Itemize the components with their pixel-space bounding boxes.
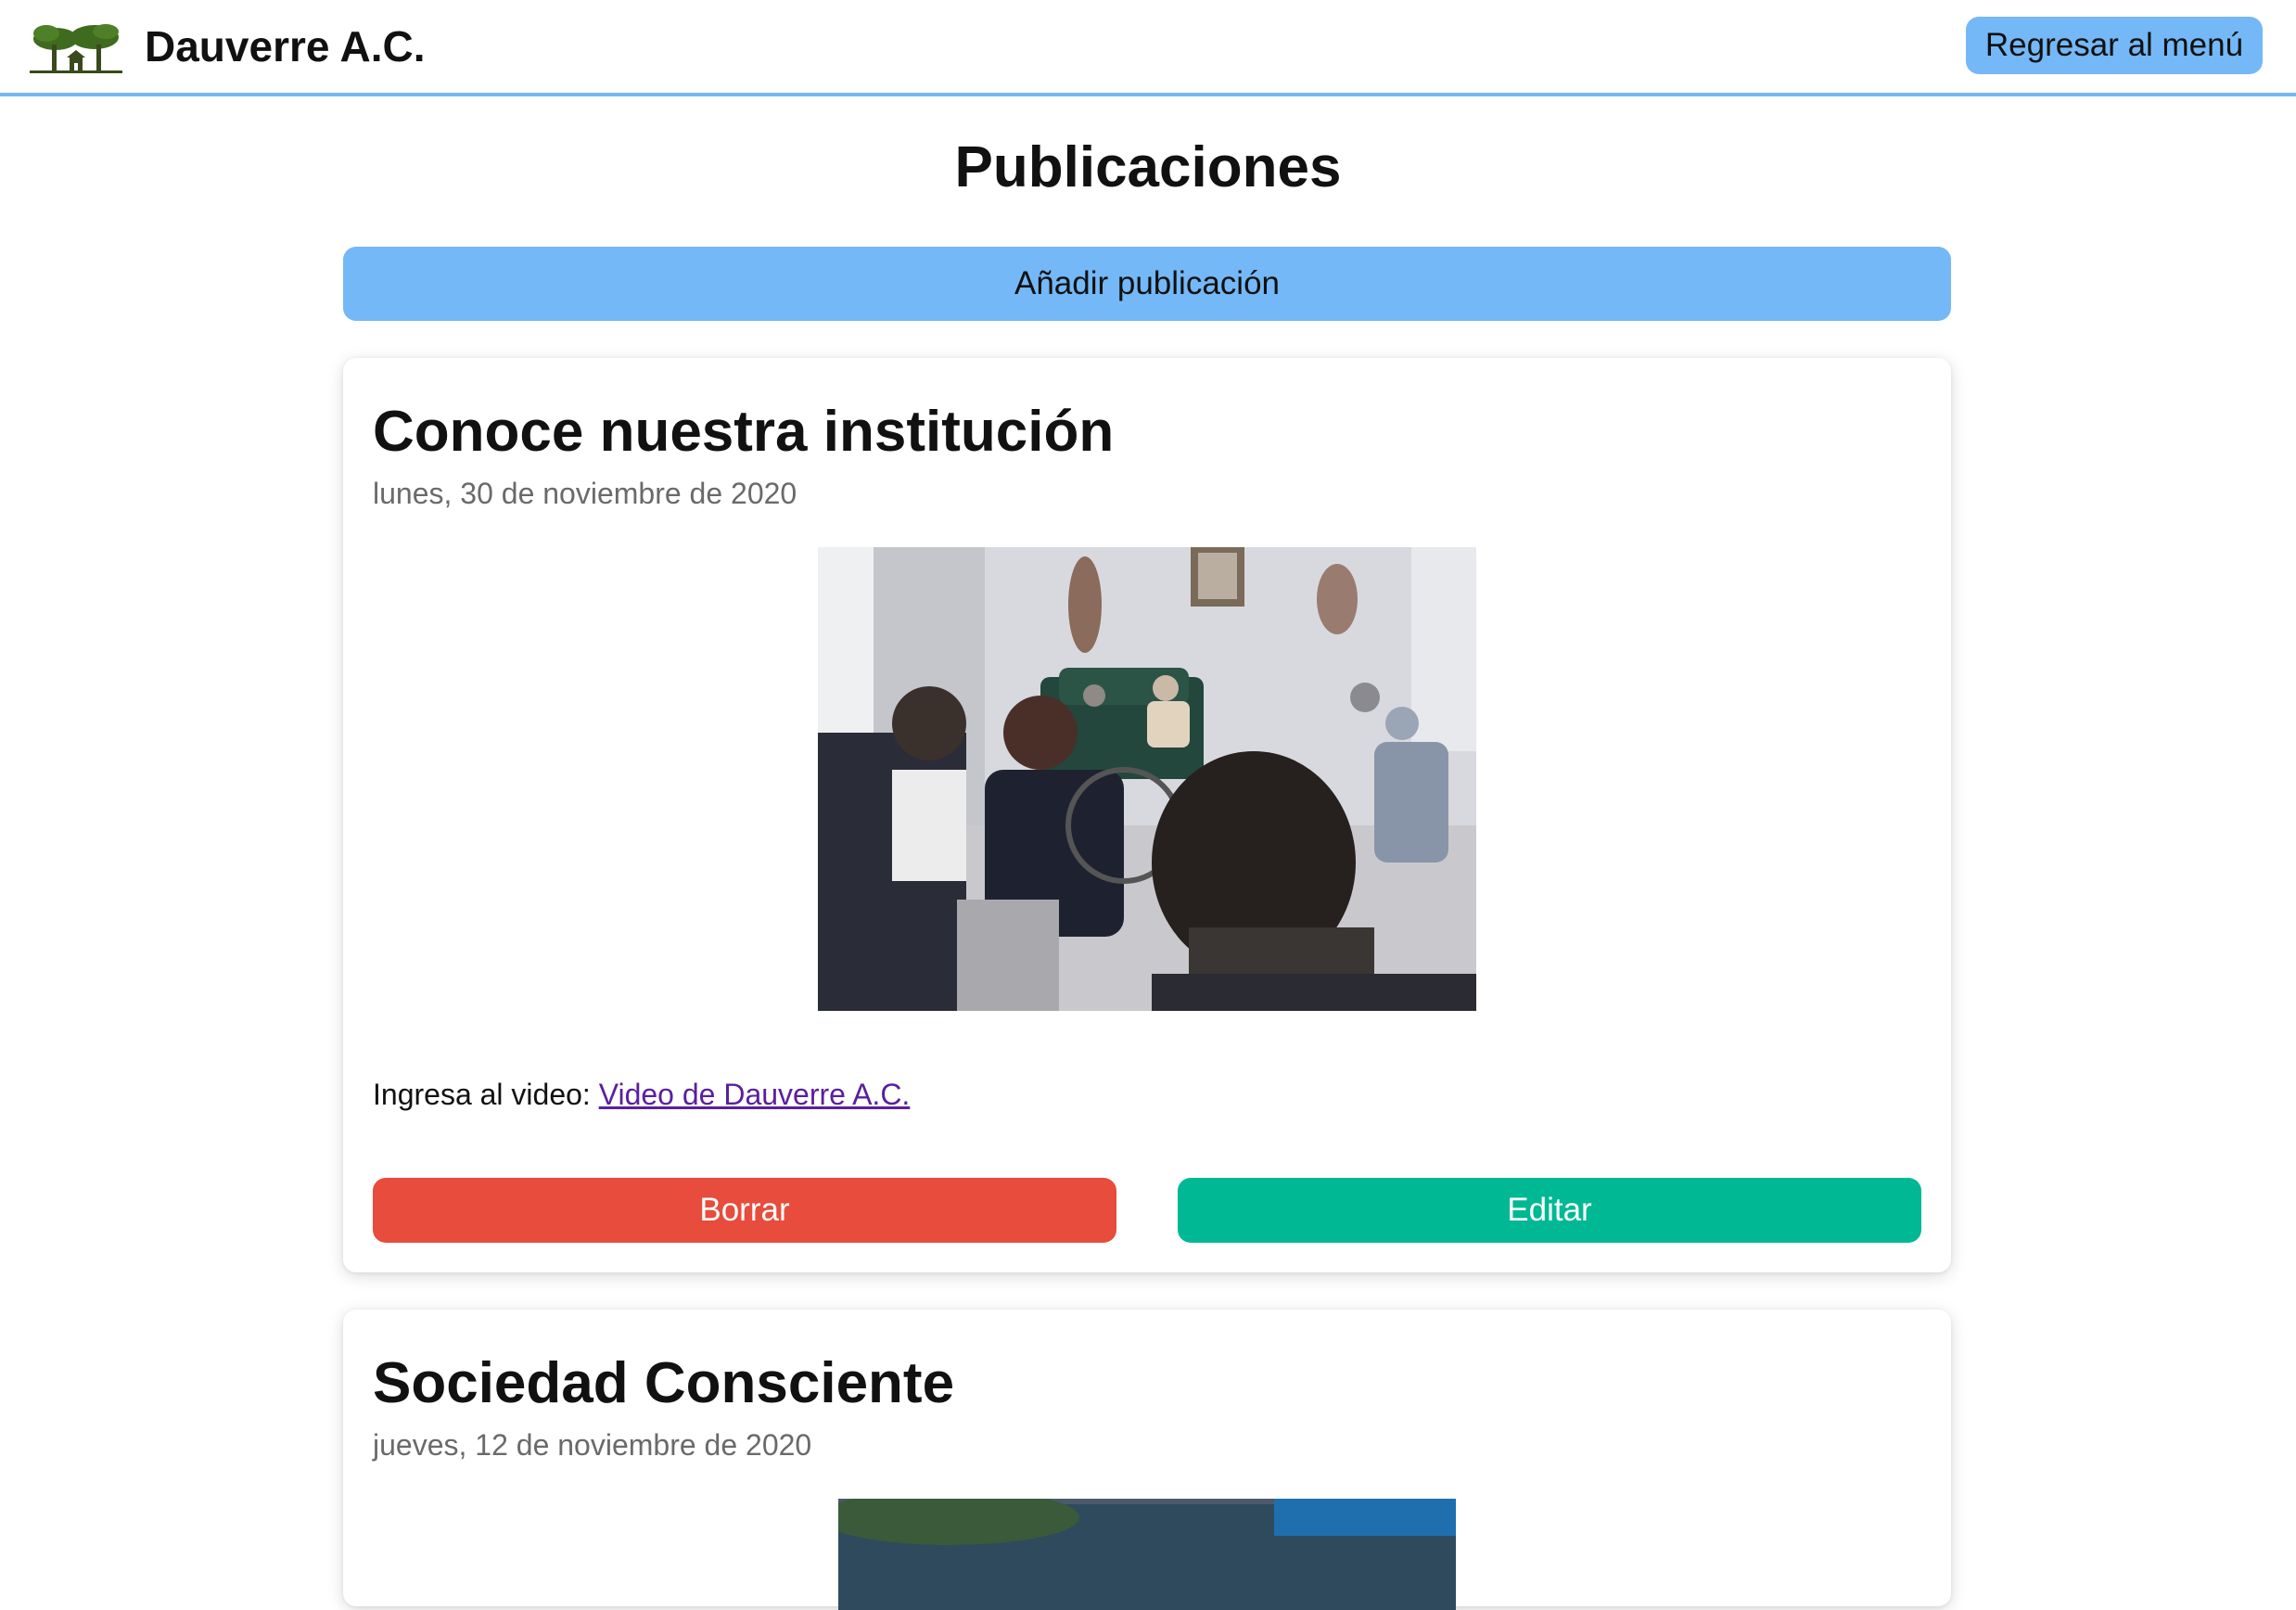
video-link[interactable]: Video de Dauverre A.C. xyxy=(599,1078,911,1111)
post-title: Conoce nuestra institución xyxy=(373,400,1115,464)
post-text-prefix: Ingresa al video: xyxy=(373,1078,591,1111)
post-image xyxy=(838,1499,1456,1610)
brand[interactable]: Dauverre A.C. xyxy=(30,15,426,78)
page-title: Publicaciones xyxy=(954,135,1342,199)
tree-house-logo xyxy=(30,24,122,73)
add-post-button[interactable]: Añadir publicación xyxy=(343,247,1951,321)
post-card: Sociedad Consciente jueves, 12 de noviem… xyxy=(343,1310,1951,1610)
post-date: lunes, 30 de noviembre de 2020 xyxy=(373,477,797,510)
post-photo-graphic xyxy=(818,547,1476,1011)
post-text: Ingresa al video: Video de Dauverre A.C. xyxy=(373,1078,910,1112)
post-title: Sociedad Consciente xyxy=(373,1351,955,1415)
post-date: jueves, 12 de noviembre de 2020 xyxy=(373,1428,812,1462)
delete-button[interactable]: Borrar xyxy=(373,1178,1116,1243)
brand-name: Dauverre A.C. xyxy=(145,22,426,70)
edit-button[interactable]: Editar xyxy=(1178,1178,1921,1243)
back-to-menu-button[interactable]: Regresar al menú xyxy=(1966,17,2263,74)
top-navbar: Dauverre A.C. Regresar al menú xyxy=(0,0,2296,96)
post-photo-graphic xyxy=(838,1499,1456,1610)
post-image xyxy=(818,547,1476,1011)
post-card: Conoce nuestra institución lunes, 30 de … xyxy=(343,358,1951,1272)
